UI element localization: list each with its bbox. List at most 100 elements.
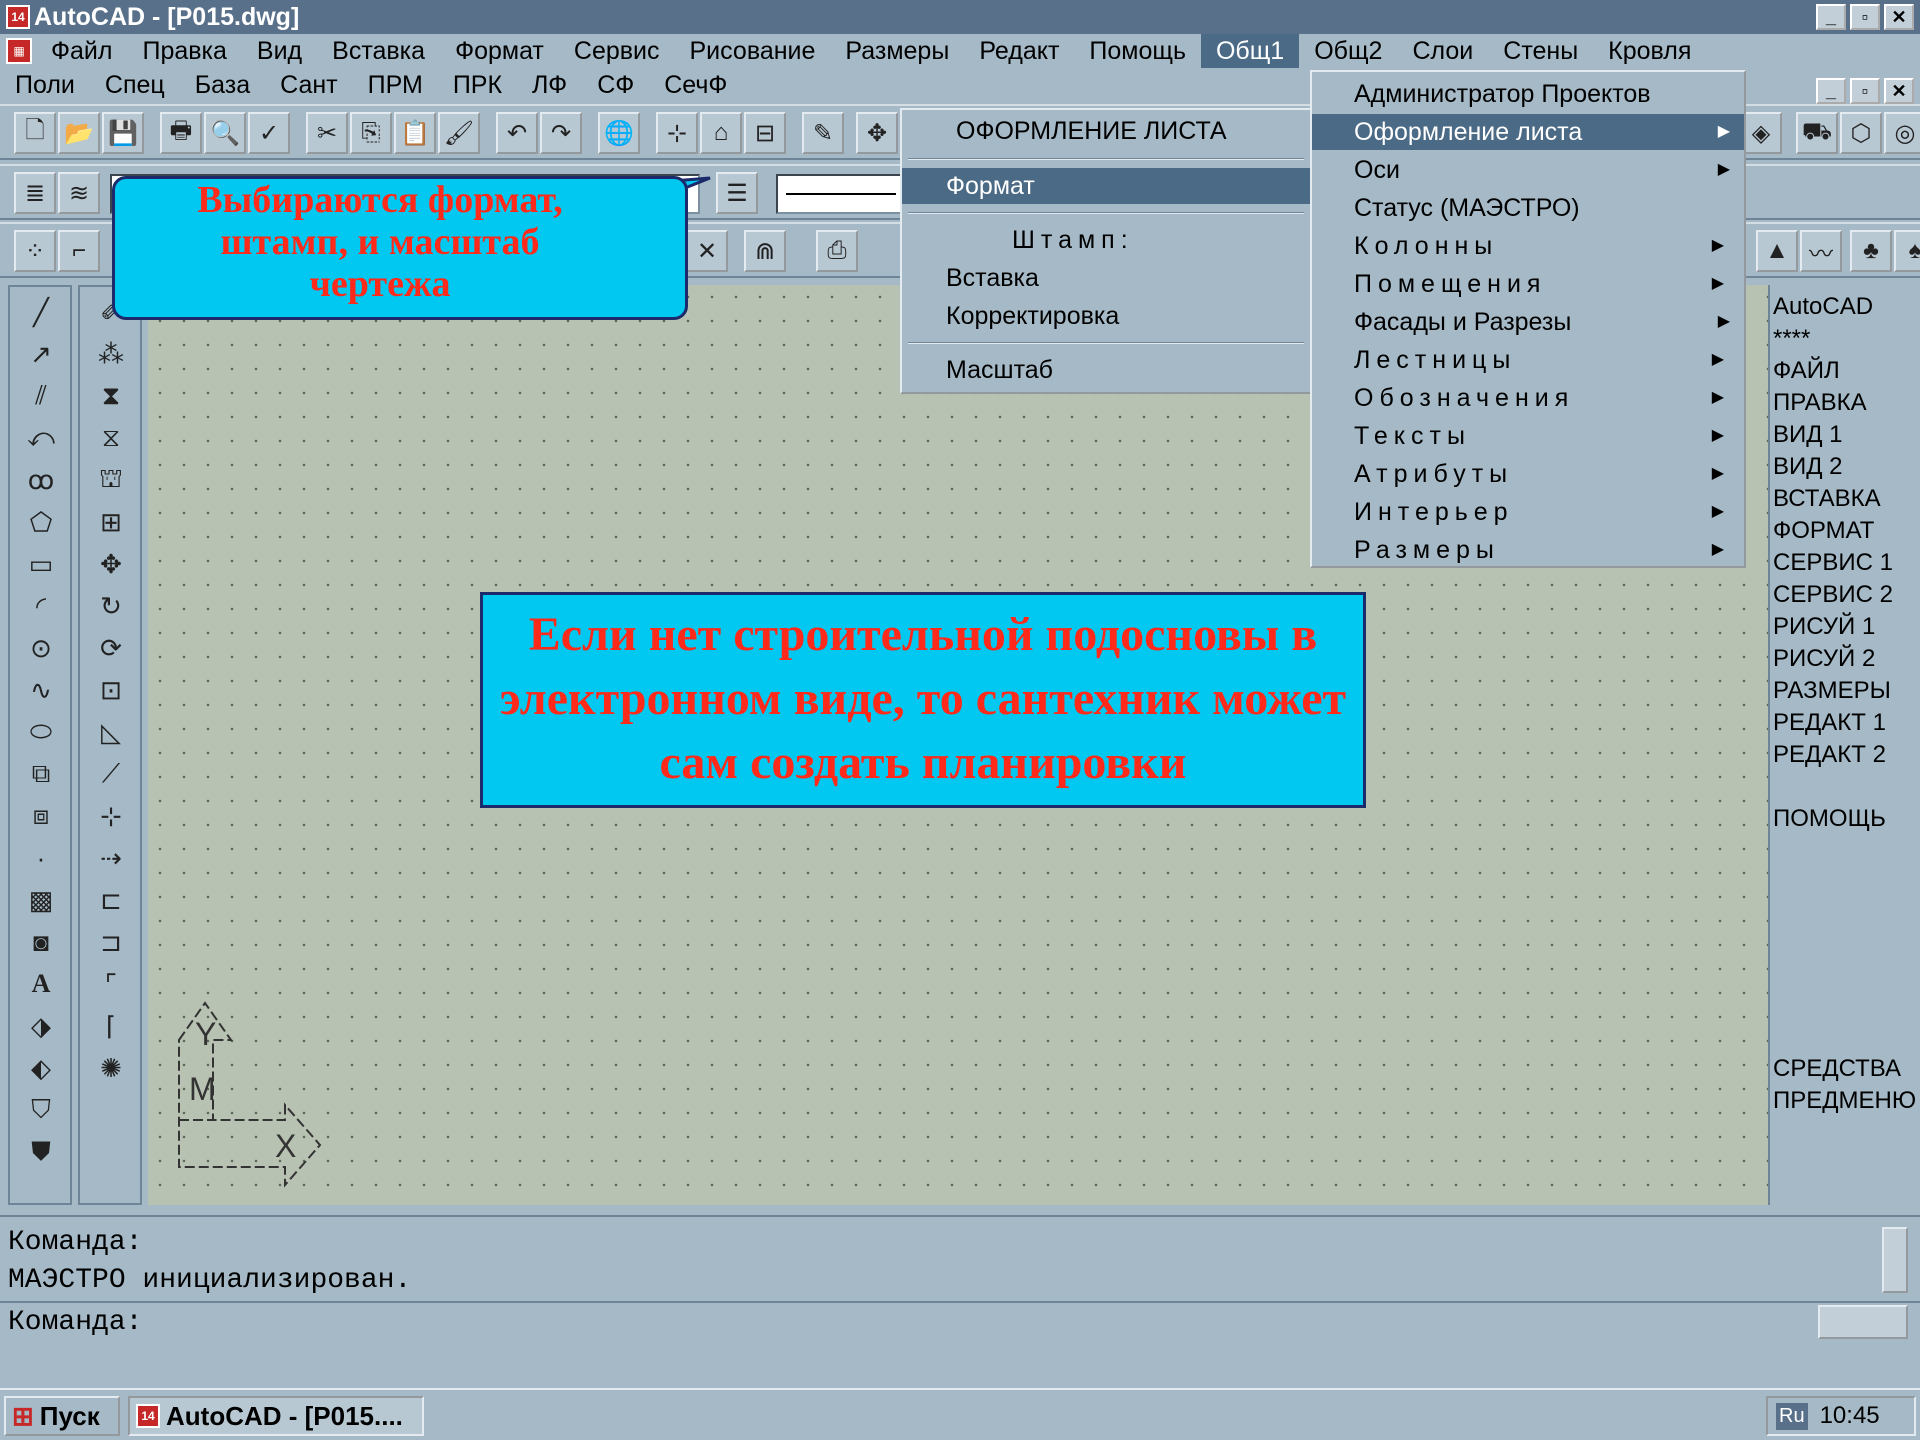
menu-obsh2[interactable]: Общ2 xyxy=(1299,34,1397,68)
menu-item-axes[interactable]: Оси ▶ xyxy=(1312,152,1744,188)
grid-icon[interactable]: ⊞ xyxy=(88,503,134,541)
undo-icon[interactable]: ↶ xyxy=(496,112,538,154)
web-icon[interactable]: 🌐 xyxy=(598,112,640,154)
stretch-icon[interactable]: ◺ xyxy=(88,713,134,751)
menu-file[interactable]: Файл xyxy=(36,34,127,68)
polyline-icon[interactable]: ⤺ xyxy=(18,419,64,457)
erase-icon[interactable]: ◎ xyxy=(1884,112,1920,154)
menu-walls[interactable]: Стены xyxy=(1488,34,1593,68)
menu-view[interactable]: Вид xyxy=(242,34,317,68)
menu-roof[interactable]: Кровля xyxy=(1593,34,1706,68)
side-menu-item[interactable]: ПРЕДМЕНЮ xyxy=(1773,1085,1916,1117)
side-menu-item[interactable]: СЕРВИС 2 xyxy=(1773,579,1920,611)
menu-modify[interactable]: Редакт xyxy=(964,34,1074,68)
side-menu-item[interactable]: РИСУЙ 2 xyxy=(1773,643,1920,675)
tree2-icon[interactable]: ♠ xyxy=(1894,230,1920,272)
menu-obsh1[interactable]: Общ1 xyxy=(1200,34,1300,68)
menu-prk[interactable]: ПРК xyxy=(438,68,517,102)
shield2-icon[interactable]: ⛊ xyxy=(18,1133,64,1171)
menu-sf[interactable]: СФ xyxy=(582,68,649,102)
command-scrollbar[interactable] xyxy=(1882,1227,1908,1293)
side-menu-item[interactable]: РЕДАКТ 1 xyxy=(1773,707,1920,739)
draw-pen-icon[interactable]: ✎ xyxy=(802,112,844,154)
side-menu-item[interactable]: СРЕДСТВА xyxy=(1773,1053,1901,1085)
submenu-item-insert[interactable]: Вставка xyxy=(902,260,1310,296)
side-menu-item[interactable]: РЕДАКТ 2 xyxy=(1773,739,1920,771)
doc-close-button[interactable]: ✕ xyxy=(1884,78,1914,104)
properties-icon[interactable]: ⎙ xyxy=(816,230,858,272)
ellipse-icon[interactable]: ⬭ xyxy=(18,713,64,751)
line-icon[interactable]: ╱ xyxy=(18,293,64,331)
region-icon[interactable]: ◙ xyxy=(18,923,64,961)
autocad-app-icon[interactable]: 14 xyxy=(6,5,30,29)
rotate-icon[interactable]: ↻ xyxy=(88,587,134,625)
menu-edit[interactable]: Правка xyxy=(127,34,241,68)
text-icon[interactable]: A xyxy=(18,965,64,1003)
redo-icon[interactable]: ↷ xyxy=(540,112,582,154)
command-prompt[interactable]: Команда: xyxy=(8,1307,142,1338)
cut-icon[interactable]: ✂ xyxy=(306,112,348,154)
magnet-icon[interactable]: ⋒ xyxy=(744,230,786,272)
tag-icon[interactable]: ⬗ xyxy=(18,1007,64,1045)
side-menu-item[interactable]: AutoCAD xyxy=(1773,291,1920,323)
snap-icon[interactable]: ⊹ xyxy=(656,112,698,154)
linetype-combo[interactable] xyxy=(776,174,906,214)
menu-lf[interactable]: ЛФ xyxy=(517,68,582,102)
trim-icon[interactable]: ⊹ xyxy=(88,797,134,835)
side-menu-item[interactable]: РИСУЙ 1 xyxy=(1773,611,1920,643)
spline-icon[interactable]: ∿ xyxy=(18,671,64,709)
submenu-item-format[interactable]: Формат xyxy=(902,168,1310,204)
insert-block-icon[interactable]: ⧉ xyxy=(18,755,64,793)
menu-item-sheet-design[interactable]: Оформление листа ▶ xyxy=(1312,114,1744,150)
copy-icon[interactable]: ⎘ xyxy=(350,112,392,154)
menu-item-texts[interactable]: Тексты ▶ xyxy=(1312,418,1744,454)
mirror-icon[interactable]: ⧗ xyxy=(88,377,134,415)
polygon-icon[interactable]: ⬠ xyxy=(18,503,64,541)
submenu-item-scale[interactable]: Масштаб xyxy=(902,352,1310,388)
save-icon[interactable]: 💾 xyxy=(102,112,144,154)
maximize-button[interactable]: ▫ xyxy=(1850,4,1880,30)
doc-maximize-button[interactable]: ▫ xyxy=(1850,78,1880,104)
layers-icon[interactable]: ≣ xyxy=(14,172,56,214)
explode-icon[interactable]: ✺ xyxy=(88,1049,134,1087)
menu-item-dimensions[interactable]: Размеры ▶ xyxy=(1312,532,1744,568)
menu-item-interior[interactable]: Интерьер ▶ xyxy=(1312,494,1744,530)
chamfer-icon[interactable]: ⌜ xyxy=(88,965,134,1003)
pan-icon[interactable]: ✥ xyxy=(856,112,898,154)
offset-icon[interactable]: ⧖ xyxy=(88,419,134,457)
start-button[interactable]: ⊞ Пуск xyxy=(4,1396,120,1436)
close-button[interactable]: ✕ xyxy=(1884,4,1914,30)
side-menu-item[interactable]: ПРАВКА xyxy=(1773,387,1920,419)
menu-item-rooms[interactable]: Помещения ▶ xyxy=(1312,266,1744,302)
menu-draw[interactable]: Рисование xyxy=(675,34,831,68)
array-icon[interactable]: ⛫ xyxy=(88,461,134,499)
menu-poli[interactable]: Поли xyxy=(0,68,90,102)
menu-sant[interactable]: Сант xyxy=(265,68,353,102)
menu-format[interactable]: Формат xyxy=(440,34,559,68)
menu-item-project-admin[interactable]: Администратор Проектов xyxy=(1312,76,1744,112)
snap-points-icon[interactable]: ⁘ xyxy=(14,230,56,272)
rotate-copy-icon[interactable]: ⟳ xyxy=(88,629,134,667)
match-properties-icon[interactable]: 🖌 xyxy=(438,112,480,154)
submenu-item-correct[interactable]: Корректировка xyxy=(902,298,1310,334)
point-icon[interactable]: · xyxy=(18,839,64,877)
language-indicator[interactable]: Ru xyxy=(1776,1402,1808,1430)
minimize-button[interactable]: _ xyxy=(1816,4,1846,30)
circle-icon[interactable]: ⊙ xyxy=(18,629,64,667)
doc-minimize-button[interactable]: _ xyxy=(1816,78,1846,104)
menu-sechf[interactable]: СечФ xyxy=(649,68,742,102)
ray-icon[interactable]: ↗ xyxy=(18,335,64,373)
hatch-icon[interactable]: ▩ xyxy=(18,881,64,919)
open-file-icon[interactable]: 📂 xyxy=(58,112,100,154)
terrain-icon[interactable]: 〰 xyxy=(1800,230,1842,272)
menu-item-columns[interactable]: Колонны ▶ xyxy=(1312,228,1744,264)
extend-icon[interactable]: ⇢ xyxy=(88,839,134,877)
menu-item-attributes[interactable]: Атрибуты ▶ xyxy=(1312,456,1744,492)
menu-item-symbols[interactable]: Обозначения ▶ xyxy=(1312,380,1744,416)
corner-icon[interactable]: ⌐ xyxy=(58,230,100,272)
menu-help[interactable]: Помощь xyxy=(1074,34,1201,68)
side-menu-item[interactable]: СЕРВИС 1 xyxy=(1773,547,1920,579)
object-snap-icon[interactable]: ⌂ xyxy=(700,112,742,154)
linetype-icon[interactable]: ☰ xyxy=(716,172,758,214)
make-block-icon[interactable]: ⧈ xyxy=(18,797,64,835)
